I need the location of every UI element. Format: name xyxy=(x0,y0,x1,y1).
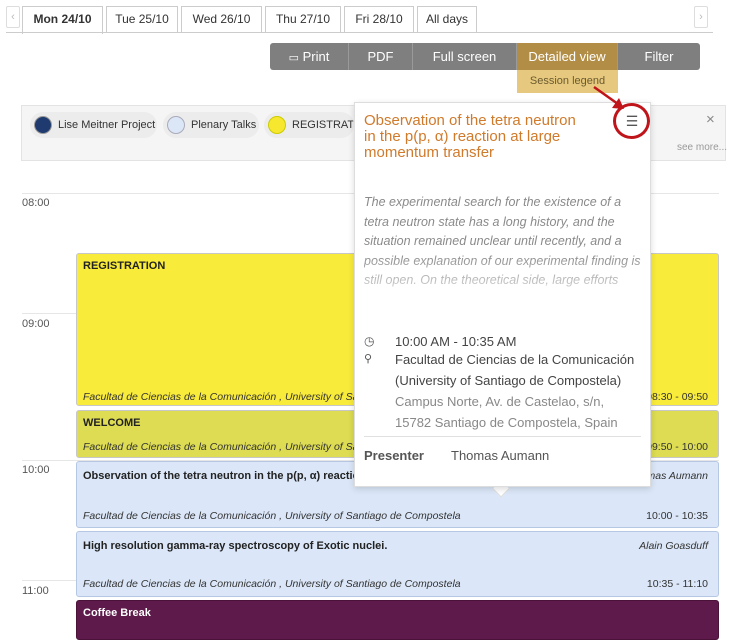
tab-all-days[interactable]: All days xyxy=(417,6,477,32)
tab-mon[interactable]: Mon 24/10 xyxy=(22,6,103,34)
print-label: Print xyxy=(302,49,330,64)
legend-color-dot xyxy=(34,116,52,134)
event-coffee-break[interactable]: Coffee Break xyxy=(76,600,719,640)
fullscreen-button[interactable]: Full screen xyxy=(413,43,517,70)
popup-title[interactable]: Observation of the tetra neutron in the … xyxy=(364,113,584,161)
filter-button[interactable]: Filter xyxy=(618,43,700,70)
see-more-link[interactable]: see more... xyxy=(677,142,727,153)
event-time: 08:30 - 09:50 xyxy=(646,391,708,403)
event-title: Coffee Break xyxy=(83,607,151,619)
event-title: WELCOME xyxy=(83,417,141,429)
legend-color-dot xyxy=(167,116,185,134)
close-legend-icon[interactable]: × xyxy=(706,111,715,128)
event-location: Facultad de Ciencias de la Comunicación … xyxy=(83,510,461,522)
event-time: 10:35 - 11:10 xyxy=(646,578,708,590)
popup-presenter[interactable]: Thomas Aumann xyxy=(451,448,549,463)
legend-chip-plenary[interactable]: Plenary Talks xyxy=(163,112,259,138)
legend-chip-label: REGISTRATION xyxy=(292,119,354,131)
tab-tue[interactable]: Tue 25/10 xyxy=(106,6,178,32)
hour-label: 09:00 xyxy=(22,318,50,330)
hour-label: 11:00 xyxy=(22,585,49,597)
prev-day-arrow[interactable]: ‹ xyxy=(6,6,20,28)
tab-divider xyxy=(6,32,713,33)
legend-color-dot xyxy=(268,116,286,134)
event-time: 10:00 - 10:35 xyxy=(646,510,708,522)
popup-venue-line1: Facultad de Ciencias de la Comunicación xyxy=(395,352,635,367)
event-gamma-ray[interactable]: High resolution gamma-ray spectroscopy o… xyxy=(76,531,719,597)
hour-label: 08:00 xyxy=(22,197,50,209)
legend-chip-registration[interactable]: REGISTRATION xyxy=(264,112,354,138)
popup-address-line1: Campus Norte, Av. de Castelao, s/n, xyxy=(395,394,605,409)
tab-wed[interactable]: Wed 26/10 xyxy=(181,6,262,32)
hour-label: 10:00 xyxy=(22,464,50,476)
popup-venue-line2: (University of Santiago de Compostela) xyxy=(395,373,622,388)
print-button[interactable]: ▭ Print xyxy=(270,43,349,70)
presenter-label: Presenter xyxy=(364,448,424,463)
description-fade xyxy=(364,253,644,313)
pdf-button[interactable]: PDF xyxy=(349,43,413,70)
popup-divider xyxy=(364,436,641,437)
event-title: High resolution gamma-ray spectroscopy o… xyxy=(83,540,388,552)
popup-address-line2: 15782 Santiago de Compostela, Spain xyxy=(395,415,618,430)
next-day-arrow[interactable]: › xyxy=(694,6,708,28)
event-time: 09:50 - 10:00 xyxy=(646,441,708,453)
tab-thu[interactable]: Thu 27/10 xyxy=(265,6,341,32)
annotation-arrow xyxy=(593,85,624,109)
tab-fri[interactable]: Fri 28/10 xyxy=(344,6,414,32)
print-icon: ▭ xyxy=(288,52,300,64)
legend-chip-label: Lise Meitner Project xyxy=(58,119,156,131)
event-detail-popup: Observation of the tetra neutron in the … xyxy=(354,102,651,487)
event-title: REGISTRATION xyxy=(83,260,166,272)
event-location: Facultad de Ciencias de la Comunicación … xyxy=(83,578,461,590)
detailed-view-button[interactable]: Detailed view xyxy=(517,43,618,70)
legend-chip-label: Plenary Talks xyxy=(191,119,257,131)
event-presenter: Alain Goasduff xyxy=(639,540,708,552)
clock-icon: ◷ xyxy=(364,334,375,348)
legend-chip-lise-meitner[interactable]: Lise Meitner Project xyxy=(30,112,157,138)
location-pin-icon: ⚲ xyxy=(364,353,373,365)
